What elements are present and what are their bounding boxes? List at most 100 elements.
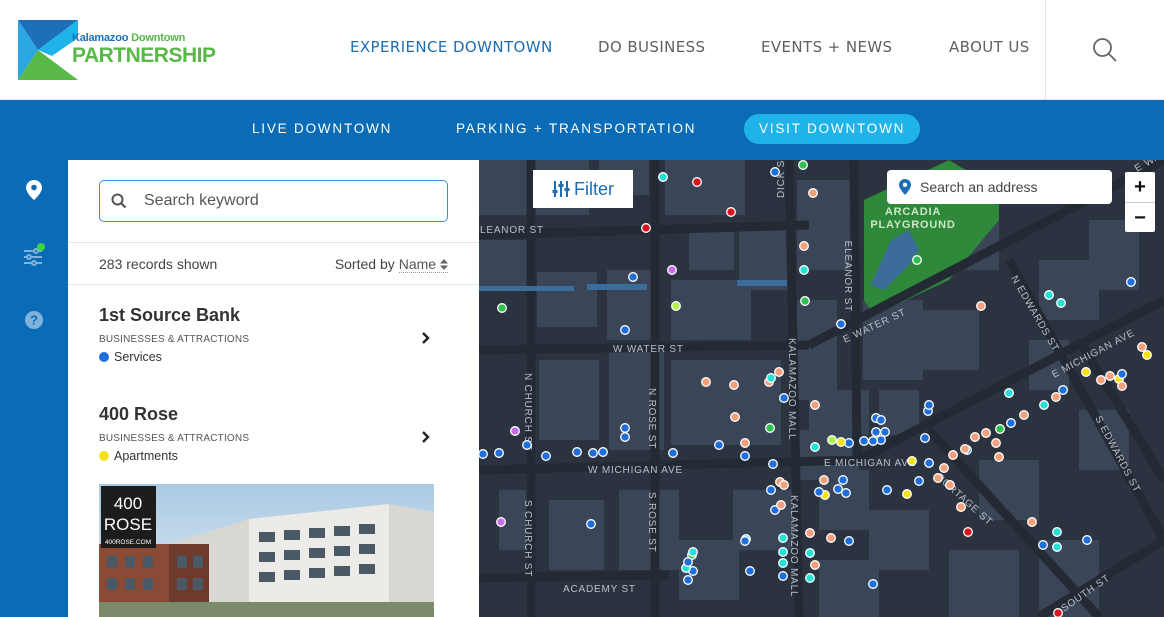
zoom-out-button[interactable]: − xyxy=(1125,202,1155,232)
map-marker[interactable] xyxy=(948,450,958,460)
map-marker[interactable] xyxy=(740,536,750,546)
map-marker[interactable] xyxy=(956,502,966,512)
map-marker[interactable] xyxy=(726,207,736,217)
map-marker[interactable] xyxy=(876,415,886,425)
map-marker[interactable] xyxy=(1117,369,1127,379)
map-marker[interactable] xyxy=(994,452,1004,462)
site-search-button[interactable] xyxy=(1045,0,1164,100)
map-marker[interactable] xyxy=(497,303,507,313)
map-marker[interactable] xyxy=(667,265,677,275)
map-marker[interactable] xyxy=(814,487,824,497)
nav-experience-downtown[interactable]: EXPERIENCE DOWNTOWN xyxy=(350,38,553,56)
map-marker[interactable] xyxy=(766,485,776,495)
map-marker[interactable] xyxy=(1004,388,1014,398)
map-marker[interactable] xyxy=(945,480,955,490)
map-marker[interactable] xyxy=(683,557,693,567)
map-marker[interactable] xyxy=(688,547,698,557)
map-marker[interactable] xyxy=(740,451,750,461)
map-marker[interactable] xyxy=(522,440,532,450)
map-marker[interactable] xyxy=(765,423,775,433)
map-marker[interactable] xyxy=(826,533,836,543)
map-marker[interactable] xyxy=(658,172,668,182)
map-marker[interactable] xyxy=(729,380,739,390)
list-item[interactable]: 1st Source Bank BUSINESSES & ATTRACTIONS… xyxy=(99,305,448,385)
map-marker[interactable] xyxy=(541,451,551,461)
map-marker[interactable] xyxy=(776,500,786,510)
rail-filter-button[interactable] xyxy=(14,235,54,275)
map-marker[interactable] xyxy=(868,579,878,589)
map-marker[interactable] xyxy=(778,533,788,543)
map-marker[interactable] xyxy=(880,427,890,437)
keyword-search-input[interactable] xyxy=(144,192,434,210)
map-marker[interactable] xyxy=(844,536,854,546)
map-marker[interactable] xyxy=(810,442,820,452)
map-marker[interactable] xyxy=(960,444,970,454)
map-marker[interactable] xyxy=(1058,385,1068,395)
map-marker[interactable] xyxy=(620,325,630,335)
map-marker[interactable] xyxy=(1038,540,1048,550)
map-marker[interactable] xyxy=(701,377,711,387)
map-marker[interactable] xyxy=(620,432,630,442)
map-marker[interactable] xyxy=(572,447,582,457)
subnav-visit-downtown[interactable]: VISIT DOWNTOWN xyxy=(744,114,921,144)
map-marker[interactable] xyxy=(963,527,973,537)
map-marker[interactable] xyxy=(810,560,820,570)
map-marker[interactable] xyxy=(841,488,851,498)
map-marker[interactable] xyxy=(1117,381,1127,391)
map-marker[interactable] xyxy=(628,272,638,282)
map-marker[interactable] xyxy=(868,436,878,446)
map-marker[interactable] xyxy=(778,558,788,568)
map-marker[interactable] xyxy=(808,188,818,198)
map-marker[interactable] xyxy=(1082,535,1092,545)
map-marker[interactable] xyxy=(1096,375,1106,385)
map-marker[interactable] xyxy=(641,223,651,233)
map-marker[interactable] xyxy=(810,400,820,410)
map-marker[interactable] xyxy=(976,301,986,311)
map-marker[interactable] xyxy=(1019,410,1029,420)
map-marker[interactable] xyxy=(882,485,892,495)
list-item[interactable]: 400 Rose BUSINESSES & ATTRACTIONS Apartm… xyxy=(99,404,448,484)
map-marker[interactable] xyxy=(588,448,598,458)
map-marker[interactable] xyxy=(912,255,922,265)
site-logo[interactable]: Kalamazoo Downtown PARTNERSHIP xyxy=(18,18,216,82)
map-marker[interactable] xyxy=(778,547,788,557)
nav-about-us[interactable]: ABOUT US xyxy=(949,38,1030,56)
map-marker[interactable] xyxy=(1081,367,1091,377)
map-marker[interactable] xyxy=(730,412,740,422)
map-marker[interactable] xyxy=(799,241,809,251)
map-marker[interactable] xyxy=(924,458,934,468)
map-marker[interactable] xyxy=(692,177,702,187)
map-marker[interactable] xyxy=(833,484,843,494)
map-marker[interactable] xyxy=(924,400,934,410)
sort-select[interactable]: Name xyxy=(398,256,448,273)
map-marker[interactable] xyxy=(779,393,789,403)
map-marker[interactable] xyxy=(805,528,815,538)
map-marker[interactable] xyxy=(981,428,991,438)
map-marker[interactable] xyxy=(779,480,789,490)
map-marker[interactable] xyxy=(1142,350,1152,360)
map-marker[interactable] xyxy=(1052,527,1062,537)
map-marker[interactable] xyxy=(1039,400,1049,410)
rail-help-button[interactable]: ? xyxy=(14,300,54,340)
map-marker[interactable] xyxy=(778,571,788,581)
map-marker[interactable] xyxy=(598,447,608,457)
map-marker[interactable] xyxy=(819,475,829,485)
map-marker[interactable] xyxy=(586,519,596,529)
zoom-in-button[interactable]: + xyxy=(1125,172,1155,202)
map-marker[interactable] xyxy=(479,449,488,459)
map-marker[interactable] xyxy=(745,566,755,576)
map-marker[interactable] xyxy=(914,476,924,486)
map-marker[interactable] xyxy=(970,432,980,442)
map-marker[interactable] xyxy=(800,296,810,306)
map-marker[interactable] xyxy=(827,435,837,445)
map-marker[interactable] xyxy=(871,427,881,437)
map-marker[interactable] xyxy=(838,475,848,485)
map-marker[interactable] xyxy=(933,473,943,483)
map-marker[interactable] xyxy=(668,448,678,458)
map-marker[interactable] xyxy=(1006,418,1016,428)
map-marker[interactable] xyxy=(1027,517,1037,527)
map-marker[interactable] xyxy=(496,517,506,527)
nav-events-news[interactable]: EVENTS + NEWS xyxy=(761,38,892,56)
map-marker[interactable] xyxy=(939,463,949,473)
subnav-parking-transportation[interactable]: PARKING + TRANSPORTATION xyxy=(456,114,696,144)
